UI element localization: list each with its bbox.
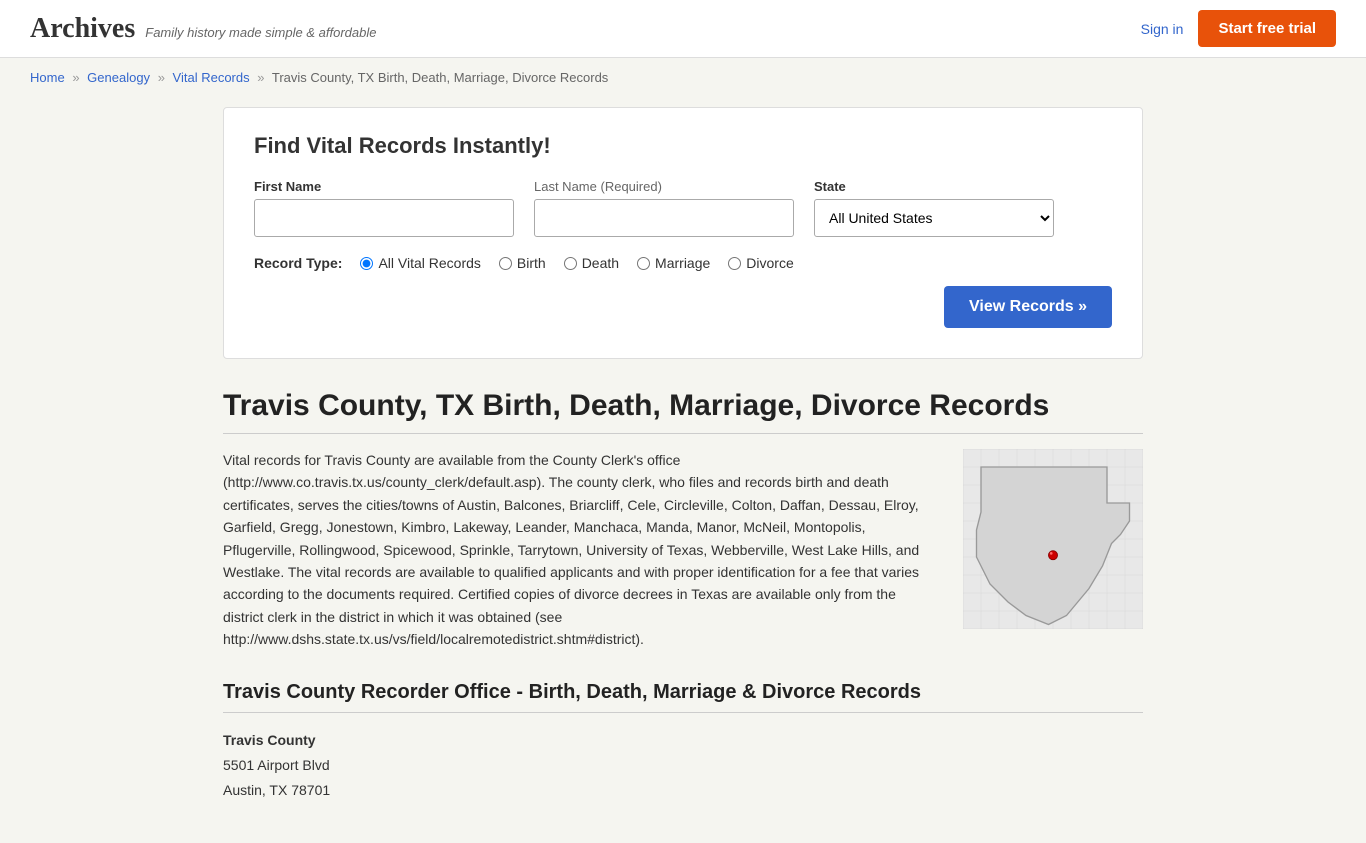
recorder-section: Travis County Recorder Office - Birth, D… (223, 681, 1143, 804)
last-name-label: Last Name (Required) (534, 179, 794, 194)
breadcrumb-current: Travis County, TX Birth, Death, Marriage… (272, 70, 608, 85)
first-name-label: First Name (254, 179, 514, 194)
office-address2: Austin, TX 78701 (223, 778, 1143, 803)
breadcrumb-home[interactable]: Home (30, 70, 65, 85)
header: Archives Family history made simple & af… (0, 0, 1366, 58)
main: Find Vital Records Instantly! First Name… (203, 97, 1163, 843)
breadcrumb-sep-2: » (158, 70, 165, 85)
radio-death-input[interactable] (564, 257, 577, 270)
office-info: Travis County 5501 Airport Blvd Austin, … (223, 728, 1143, 804)
radio-birth-input[interactable] (499, 257, 512, 270)
sign-in-link[interactable]: Sign in (1141, 21, 1184, 37)
radio-divorce-input[interactable] (728, 257, 741, 270)
last-name-input[interactable] (534, 199, 794, 237)
radio-marriage-label: Marriage (655, 255, 710, 271)
record-type-row: Record Type: All Vital Records Birth Dea… (254, 255, 1112, 271)
radio-birth[interactable]: Birth (499, 255, 546, 271)
logo-tagline: Family history made simple & affordable (145, 25, 376, 40)
search-title: Find Vital Records Instantly! (254, 133, 1112, 159)
header-right: Sign in Start free trial (1141, 10, 1336, 47)
section-heading: Travis County Recorder Office - Birth, D… (223, 681, 1143, 713)
header-left: Archives Family history made simple & af… (30, 13, 376, 45)
radio-marriage[interactable]: Marriage (637, 255, 710, 271)
last-name-group: Last Name (Required) (534, 179, 794, 237)
view-records-button[interactable]: View Records » (944, 286, 1112, 328)
state-group: State All United States (814, 179, 1054, 237)
state-label: State (814, 179, 1054, 194)
content-area: Vital records for Travis County are avai… (223, 449, 1143, 651)
content-text: Vital records for Travis County are avai… (223, 449, 933, 651)
breadcrumb: Home » Genealogy » Vital Records » Travi… (0, 58, 1366, 97)
search-fields: First Name Last Name (Required) State Al… (254, 179, 1112, 237)
radio-marriage-input[interactable] (637, 257, 650, 270)
office-address1: 5501 Airport Blvd (223, 753, 1143, 778)
state-select[interactable]: All United States (814, 199, 1054, 237)
radio-death[interactable]: Death (564, 255, 619, 271)
texas-map (963, 449, 1143, 651)
radio-all-input[interactable] (360, 257, 373, 270)
first-name-group: First Name (254, 179, 514, 237)
radio-all[interactable]: All Vital Records (360, 255, 480, 271)
page-title: Travis County, TX Birth, Death, Marriage… (223, 389, 1143, 434)
breadcrumb-vital-records[interactable]: Vital Records (173, 70, 250, 85)
office-name: Travis County (223, 728, 1143, 753)
start-trial-button[interactable]: Start free trial (1198, 10, 1336, 47)
record-type-label: Record Type: (254, 255, 342, 271)
logo: Archives (30, 13, 135, 45)
radio-birth-label: Birth (517, 255, 546, 271)
breadcrumb-sep-3: » (257, 70, 264, 85)
breadcrumb-genealogy[interactable]: Genealogy (87, 70, 150, 85)
radio-divorce[interactable]: Divorce (728, 255, 793, 271)
view-records-row: View Records » (254, 286, 1112, 328)
radio-death-label: Death (582, 255, 619, 271)
first-name-input[interactable] (254, 199, 514, 237)
breadcrumb-sep-1: » (72, 70, 79, 85)
radio-all-label: All Vital Records (378, 255, 480, 271)
search-card: Find Vital Records Instantly! First Name… (223, 107, 1143, 359)
radio-divorce-label: Divorce (746, 255, 793, 271)
